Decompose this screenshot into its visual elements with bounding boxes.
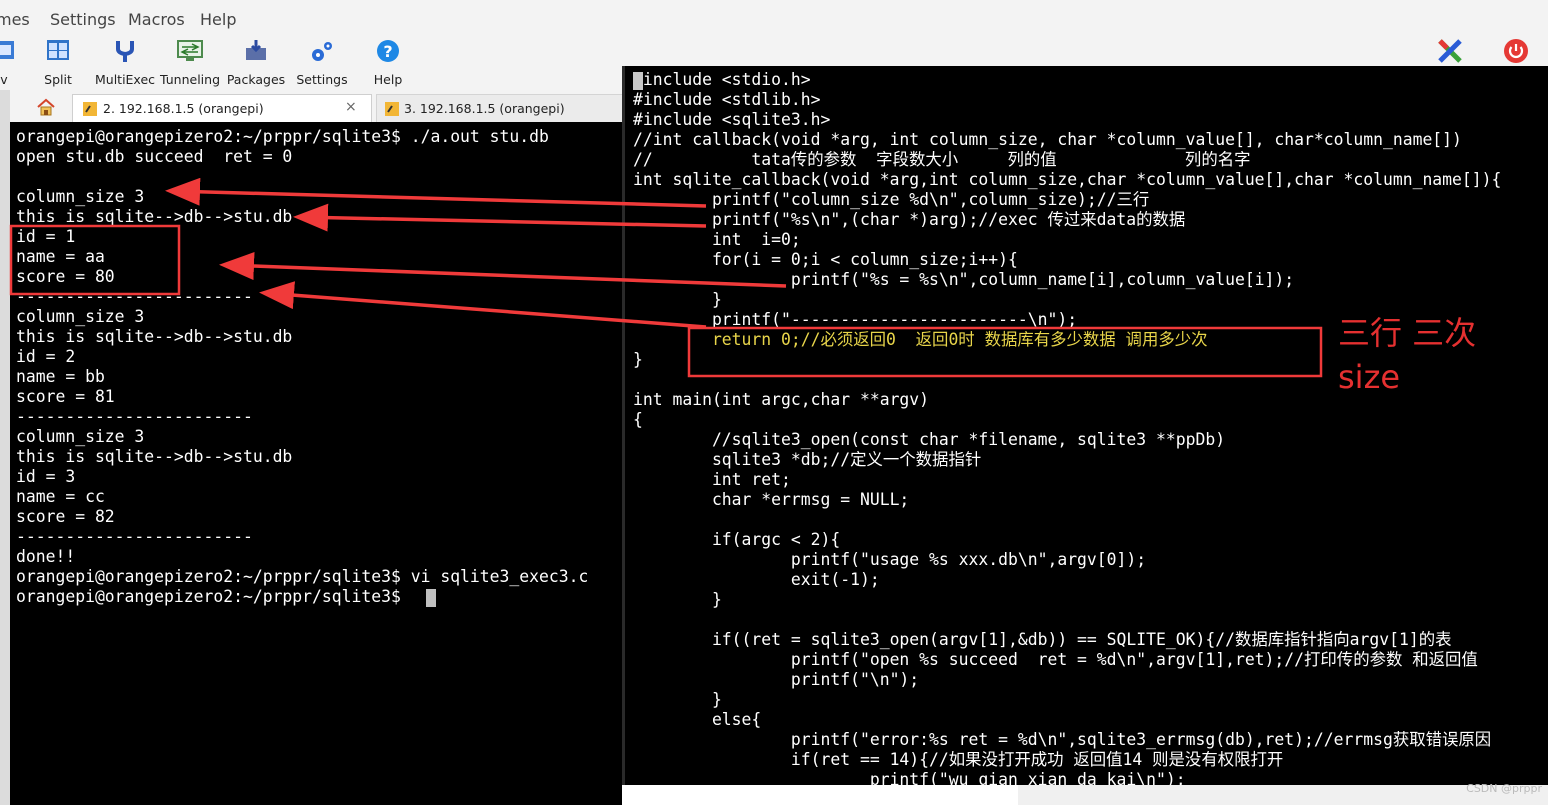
arrow-arg <box>293 203 707 232</box>
annotation-overlay <box>9 177 1323 378</box>
annotation-note-line1: 三行 三次 <box>1338 314 1477 352</box>
annotation-note-line2: size <box>1338 358 1401 396</box>
arrow-column-values <box>219 252 787 288</box>
watermark: CSDN @prppr <box>1466 782 1542 795</box>
rows-highlight-box <box>9 224 181 296</box>
arrow-separator <box>259 281 707 329</box>
arrow-column-size <box>165 177 707 208</box>
return-highlight-box <box>687 326 1323 378</box>
